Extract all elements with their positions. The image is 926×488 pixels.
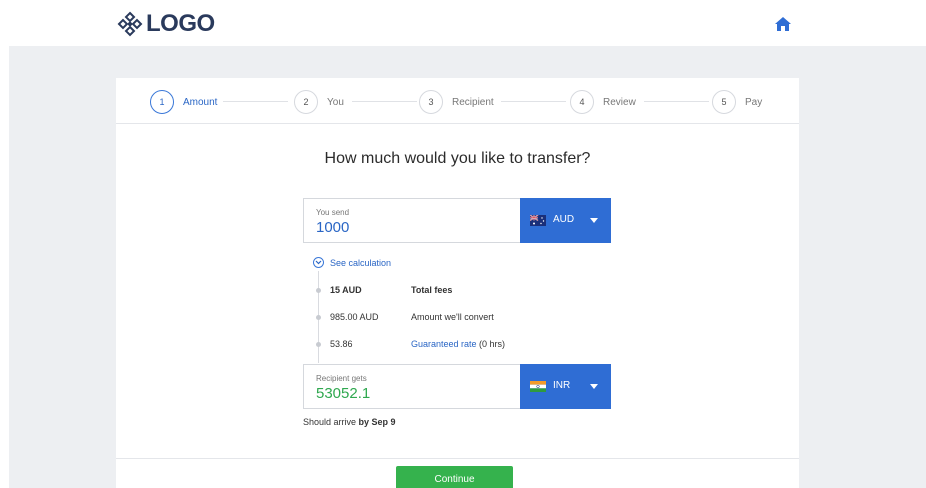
step-pay[interactable]: 5 Pay (712, 90, 762, 114)
step-label: You (327, 96, 344, 108)
arrival-prefix: Should arrive (303, 417, 359, 427)
arrival-date: by Sep 9 (358, 417, 396, 427)
convert-label: Amount we'll convert (411, 312, 494, 322)
send-amount-field[interactable]: You send 1000 (303, 198, 521, 243)
step-label: Amount (183, 96, 218, 108)
progress-steps: 1 Amount 2 You 3 Recipient 4 Review 5 Pa… (116, 78, 799, 124)
see-calculation-toggle[interactable]: See calculation (313, 257, 391, 268)
transfer-card: 1 Amount 2 You 3 Recipient 4 Review 5 Pa… (116, 78, 799, 488)
step-number: 5 (712, 90, 736, 114)
step-label: Pay (745, 96, 763, 108)
fees-amount: 15 AUD (330, 285, 362, 295)
step-divider (501, 101, 566, 102)
page-title: How much would you like to transfer? (324, 150, 591, 167)
receive-amount-field[interactable]: Recipient gets 53052.1 (303, 364, 521, 409)
logo[interactable]: LOGO (117, 10, 215, 38)
home-icon[interactable] (774, 16, 792, 32)
send-amount-label: You send (316, 208, 350, 217)
header: LOGO (0, 0, 926, 46)
send-currency-select[interactable]: AUD (520, 198, 611, 243)
fees-label: Total fees (411, 285, 453, 295)
step-label: Review (603, 96, 636, 108)
step-review[interactable]: 4 Review (570, 90, 636, 114)
logo-text: LOGO (146, 10, 215, 37)
continue-button[interactable]: Continue (396, 466, 513, 488)
rate-suffix: (0 hrs) (476, 339, 506, 349)
step-number: 3 (419, 90, 443, 114)
australia-flag-icon (530, 215, 546, 226)
india-flag-icon (530, 381, 546, 392)
rate-value: 53.86 (330, 339, 353, 349)
timeline-dot (316, 288, 321, 293)
step-amount[interactable]: 1 Amount (150, 90, 217, 114)
step-divider (352, 101, 417, 102)
step-divider (644, 101, 709, 102)
step-number: 4 (570, 90, 594, 114)
chevron-down-icon (590, 218, 598, 223)
step-label: Recipient (452, 96, 494, 108)
timeline-dot (316, 315, 321, 320)
receive-amount-value[interactable]: 53052.1 (316, 385, 370, 402)
step-recipient[interactable]: 3 Recipient (419, 90, 494, 114)
chevron-down-icon (590, 384, 598, 389)
receive-currency-select[interactable]: INR (520, 364, 611, 409)
convert-amount: 985.00 AUD (330, 312, 379, 322)
receive-amount-label: Recipient gets (316, 374, 367, 383)
receive-currency-code: INR (553, 380, 571, 391)
guaranteed-rate-link[interactable]: Guaranteed rate (411, 339, 477, 349)
chevron-down-icon (313, 257, 324, 268)
send-currency-code: AUD (553, 214, 575, 225)
footer-divider (116, 458, 799, 459)
step-you[interactable]: 2 You (294, 90, 344, 114)
arrival-estimate: Should arrive by Sep 9 (303, 417, 396, 427)
logo-mark-icon (117, 11, 143, 37)
step-divider (223, 101, 288, 102)
rate-row: Guaranteed rate (0 hrs) (411, 339, 505, 349)
see-calculation-label: See calculation (330, 257, 392, 268)
send-amount-value[interactable]: 1000 (316, 219, 349, 236)
step-number: 1 (150, 90, 174, 114)
timeline-dot (316, 342, 321, 347)
step-number: 2 (294, 90, 318, 114)
